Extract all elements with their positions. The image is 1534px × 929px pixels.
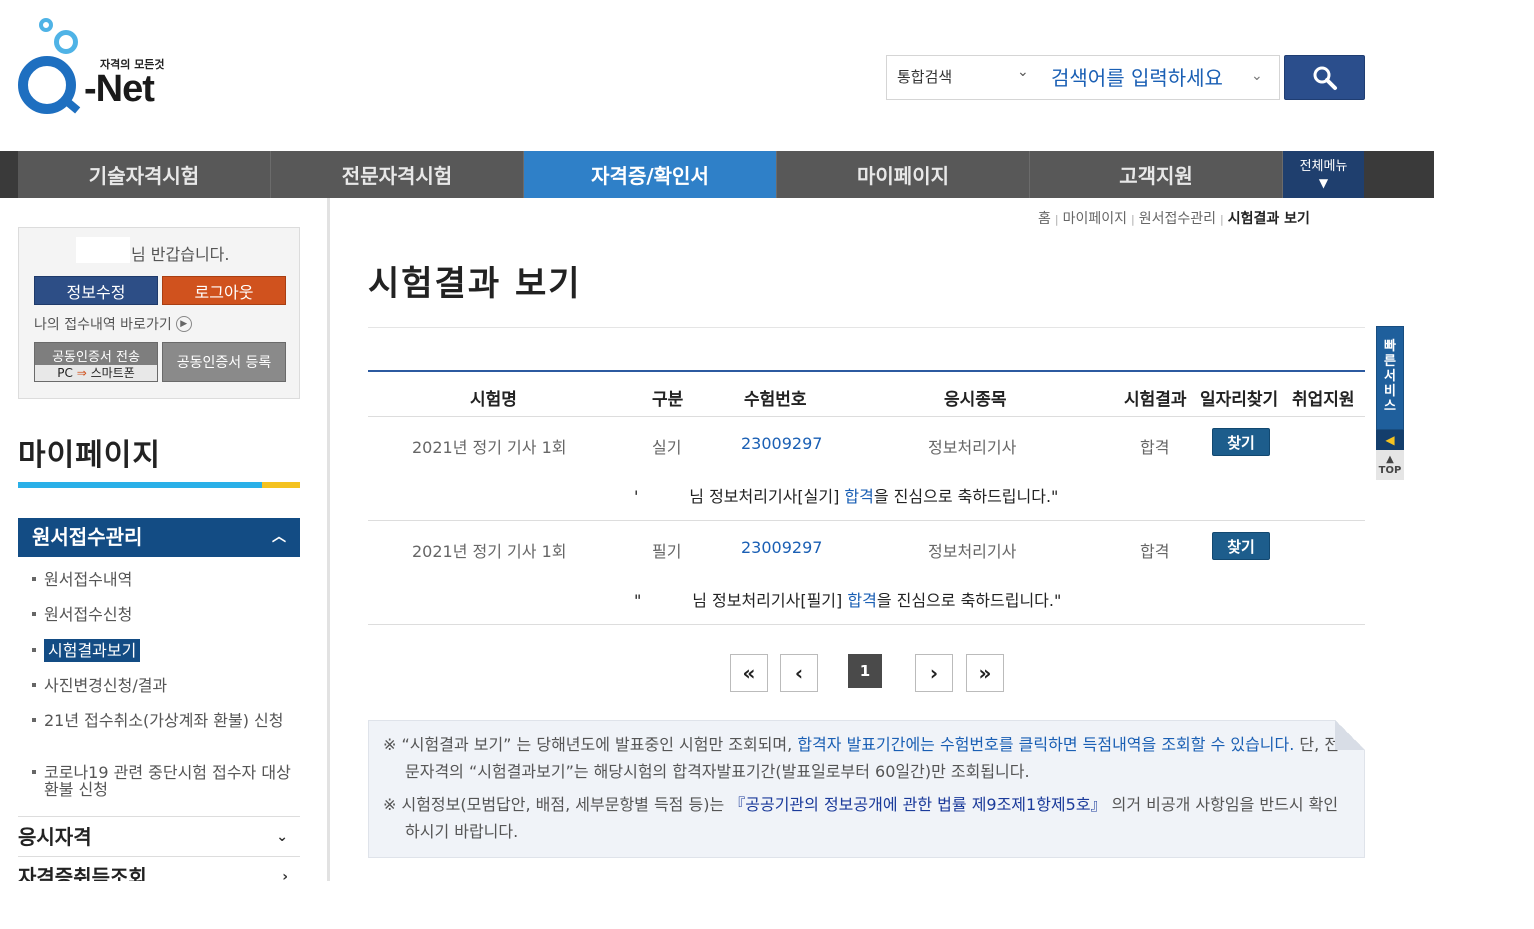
cell-subject: 정보처리기사 (928, 438, 1017, 457)
logo-name: -Net (84, 68, 155, 110)
cell-subject: 정보처리기사 (928, 542, 1017, 561)
page-title: 시험결과 보기 (368, 264, 582, 304)
page-fold-corner (1335, 720, 1365, 750)
cert-send-pc: PC (57, 366, 73, 380)
chevron-down-icon[interactable]: ⌄ (1251, 68, 1263, 84)
notice-box: ※ “시험결과 보기” 는 당해년도에 발표중인 시험만 조회되며, 합격자 발… (368, 720, 1365, 858)
first-page-button[interactable]: « (730, 654, 768, 692)
cell-exam-name: 2021년 정기 기사 1회 (412, 438, 567, 457)
cell-type: 실기 (652, 438, 682, 457)
notice-line-2: ※ 시험정보(모범답안, 배점, 세부문항별 득점 등)는 『공공기관의 정보공… (383, 795, 1339, 841)
header-result: 시험결과 (1124, 390, 1187, 410)
sidebar-divider (327, 198, 330, 881)
breadcrumb-application[interactable]: 원서접수관리 (1139, 211, 1216, 227)
logo-ring-large (54, 30, 78, 54)
gnb-item-mypage[interactable]: 마이페이지 (777, 151, 1030, 198)
search-input[interactable] (1051, 56, 1279, 99)
gnb-item-certificate[interactable]: 자격증/확인서 (524, 151, 777, 198)
circle-arrow-icon: ▶ (175, 316, 192, 332)
cell-result: 합격 (1140, 542, 1170, 561)
header-type: 구분 (652, 390, 684, 410)
gnb-item-professional[interactable]: 전문자격시험 (271, 151, 524, 198)
next-page-button[interactable]: › (915, 654, 953, 692)
cert-send-sub: PC ⇒ 스마트폰 (35, 365, 157, 381)
cell-exam-name: 2021년 정기 기사 1회 (412, 542, 567, 561)
search-button[interactable] (1284, 55, 1365, 100)
welcome-text: 님 반갑습니다. (131, 245, 230, 264)
my-receipt-link[interactable]: 나의 접수내역 바로가기 ▶ (34, 314, 192, 334)
gnb-item-support[interactable]: 고객지원 (1030, 151, 1283, 198)
gnb-item-technical[interactable]: 기술자격시험 (18, 151, 271, 198)
header-subject: 응시종목 (944, 390, 1007, 410)
quick-service-panel: 빠른서비스 ◀ ▲ TOP (1376, 326, 1404, 480)
menu-group-license-lookup[interactable]: 자격증취득조회 › (18, 856, 300, 881)
edit-profile-button[interactable]: 정보수정 (34, 276, 158, 305)
table-row: 2021년 정기 기사 1회 필기 23009297 정보처리기사 합격 찾기 … (368, 521, 1365, 625)
table-header: 시험명 구분 수험번호 응시종목 시험결과 일자리찾기 취업지원 (368, 370, 1365, 417)
sidebar-item-exam-result[interactable]: 시험결과보기 (32, 639, 141, 662)
search-icon (1313, 66, 1337, 90)
logo-ring-small (39, 18, 53, 32)
chevron-down-icon: ⌄ (276, 829, 288, 845)
menu-section-label: 원서접수관리 (32, 525, 143, 549)
qnet-logo[interactable]: 자격의 모든것 -Net (16, 16, 176, 120)
search-box: 통합검색 ⌄ ⌄ (886, 55, 1280, 100)
chevron-left-icon[interactable]: ◀ (1376, 430, 1404, 450)
cert-send-label: 공동인증서 전송 (52, 350, 140, 365)
header-exam-number: 수험번호 (744, 390, 807, 410)
find-job-button[interactable]: 찾기 (1212, 532, 1270, 560)
find-job-button[interactable]: 찾기 (1212, 428, 1270, 456)
menu-section-application[interactable]: 원서접수관리 ︿ (18, 518, 300, 557)
exam-number-link[interactable]: 23009297 (741, 538, 822, 557)
chevron-down-icon[interactable]: ⌄ (1017, 64, 1029, 80)
user-name-masked (76, 237, 130, 263)
search-scope-select[interactable]: 통합검색 (897, 66, 952, 87)
global-nav: 기술자격시험 전문자격시험 자격증/확인서 마이페이지 고객지원 전체메뉴 ▼ (0, 151, 1434, 198)
cert-send-button[interactable]: 공동인증서 전송 PC ⇒ 스마트폰 (34, 342, 158, 382)
menu-group-eligibility[interactable]: 응시자격 ⌄ (18, 816, 300, 856)
sidebar-item-application-request[interactable]: 원서접수신청 (32, 606, 132, 623)
arrow-right-icon: ⇒ (76, 366, 91, 380)
header-exam-name: 시험명 (470, 390, 517, 410)
logout-button[interactable]: 로그아웃 (162, 276, 286, 305)
scroll-top-button[interactable]: ▲ TOP (1376, 450, 1404, 480)
sidebar-item-covid-refund[interactable]: 코로나19 관련 중단시험 접수자 대상 환불 신청 (32, 764, 292, 798)
sidebar-item-application-history[interactable]: 원서접수내역 (32, 571, 132, 588)
all-menu-label: 전체메뉴 (1299, 159, 1348, 174)
breadcrumb: 홈 | 마이페이지 | 원서접수관리 | 시험결과 보기 (1038, 211, 1310, 227)
page-1-button[interactable]: 1 (848, 654, 882, 688)
exam-number-link[interactable]: 23009297 (741, 434, 822, 453)
title-divider (368, 327, 1365, 328)
cell-result: 합격 (1140, 438, 1170, 457)
last-page-button[interactable]: » (966, 654, 1004, 692)
congrats-message: " 님 정보처리기사[필기] 합격을 진심으로 축하드립니다." (634, 591, 1062, 610)
congrats-message: ' 님 정보처리기사[실기] 합격을 진심으로 축하드립니다." (634, 487, 1059, 506)
sidebar-title-bar (18, 482, 300, 488)
quick-service-button[interactable]: 빠른서비스 (1376, 326, 1404, 430)
all-menu-button[interactable]: 전체메뉴 ▼ (1283, 151, 1364, 198)
notice-line-1: ※ “시험결과 보기” 는 당해년도에 발표중인 시험만 조회되며, 합격자 발… (383, 735, 1340, 781)
prev-page-button[interactable]: ‹ (780, 654, 818, 692)
exam-result-table: 시험명 구분 수험번호 응시종목 시험결과 일자리찾기 취업지원 2021년 정… (368, 370, 1365, 625)
my-receipt-label: 나의 접수내역 바로가기 (34, 317, 172, 333)
cert-register-button[interactable]: 공동인증서 등록 (162, 342, 286, 382)
user-box: 님 반갑습니다. 정보수정 로그아웃 나의 접수내역 바로가기 ▶ 공동인증서 … (18, 227, 300, 399)
breadcrumb-mypage[interactable]: 마이페이지 (1063, 211, 1127, 227)
chevron-up-icon: ︿ (272, 529, 286, 545)
cell-type: 필기 (652, 542, 682, 561)
sidebar-item-cancel-refund[interactable]: 21년 접수취소(가상계좌 환불) 신청 (32, 712, 292, 729)
sidebar-item-photo-change[interactable]: 사진변경신청/결과 (32, 677, 167, 694)
sidebar-title: 마이페이지 (18, 438, 161, 473)
header-employment-support: 취업지원 (1292, 390, 1355, 410)
breadcrumb-current: 시험결과 보기 (1227, 211, 1310, 227)
header-job-search: 일자리찾기 (1200, 390, 1279, 410)
chevron-down-icon: ▼ (1318, 176, 1329, 190)
breadcrumb-home[interactable]: 홈 (1038, 211, 1051, 227)
table-row: 2021년 정기 기사 1회 실기 23009297 정보처리기사 합격 찾기 … (368, 417, 1365, 521)
cert-send-smartphone: 스마트폰 (90, 366, 135, 380)
chevron-right-icon: › (282, 869, 288, 881)
